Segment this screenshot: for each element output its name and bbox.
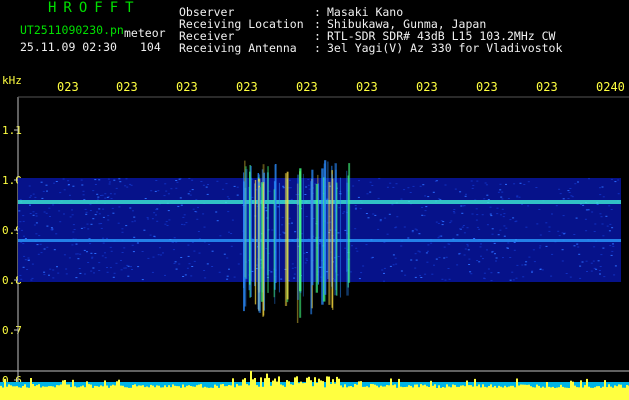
spectrogram <box>0 96 629 400</box>
detection-count: 104 <box>140 40 161 54</box>
app-title: HROFFT <box>48 0 141 16</box>
info-label: Receiving Antenna <box>179 41 297 55</box>
info-value: 3el Yagi(V) Az 330 for Vladivostok <box>327 41 563 55</box>
info-row-antenna: Receiving Antenna : 3el Yagi(V) Az 330 f… <box>179 41 562 55</box>
noise-band <box>18 178 621 282</box>
y-ticks <box>14 129 18 381</box>
info-separator: : <box>314 41 321 55</box>
detection-type-label: meteor <box>124 26 166 40</box>
secondary-carrier-line <box>18 239 621 242</box>
file-name: UT2511090230.pn <box>20 23 124 37</box>
date-time: 25.11.09 02:30 <box>20 40 117 54</box>
carrier-line <box>18 200 621 204</box>
